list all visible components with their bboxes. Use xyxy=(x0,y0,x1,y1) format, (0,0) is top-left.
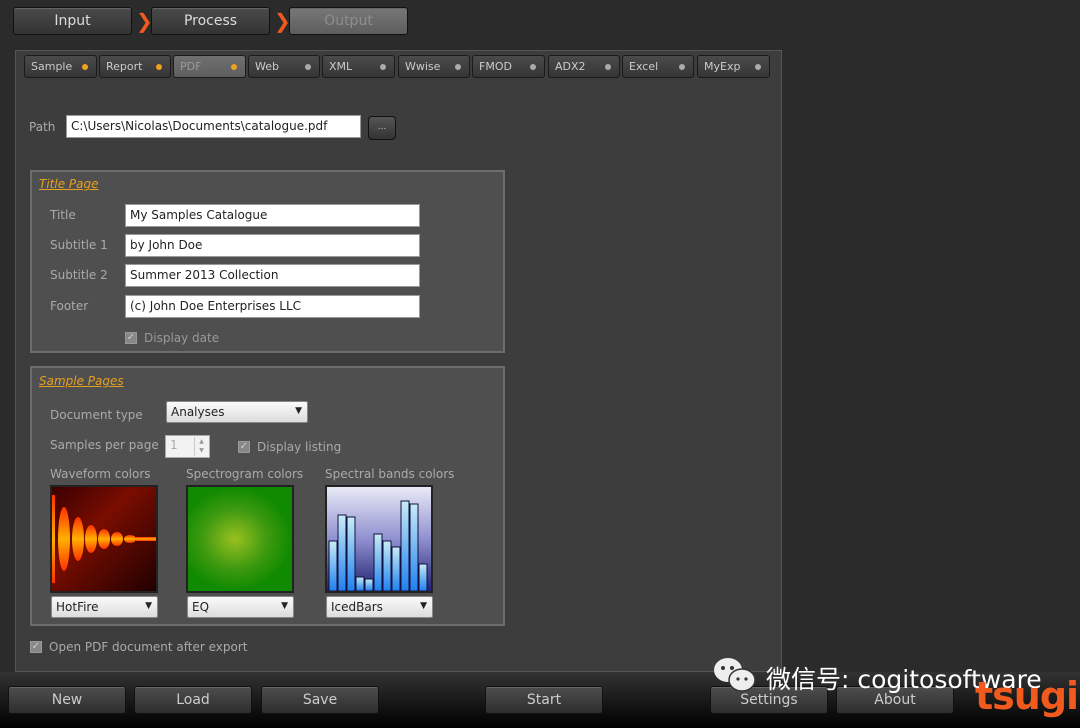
open-after-export-label: Open PDF document after export xyxy=(49,640,248,654)
display-date-checkbox[interactable]: ✓ xyxy=(125,332,137,344)
tab-label: ADX2 xyxy=(555,60,586,73)
samples-per-page-value: 1 xyxy=(170,438,178,452)
spectrogram-colors-value: EQ xyxy=(192,600,210,614)
sample-pages-heading: Sample Pages xyxy=(39,374,124,388)
tab-label: Wwise xyxy=(405,60,441,73)
tab-excel[interactable]: Excel xyxy=(622,55,694,78)
status-dot-icon xyxy=(755,64,761,70)
tab-label: FMOD xyxy=(479,60,512,73)
footer-label: Footer xyxy=(50,299,89,313)
spectrogram-preview xyxy=(186,485,294,593)
path-label: Path xyxy=(29,120,56,134)
document-type-select[interactable]: Analyses ▼ xyxy=(166,401,308,423)
status-dot-icon xyxy=(156,64,162,70)
tab-label: Sample xyxy=(31,60,73,73)
subtitle2-input[interactable]: Summer 2013 Collection xyxy=(125,264,420,287)
tab-wwise[interactable]: Wwise xyxy=(398,55,470,78)
browse-button[interactable]: ... xyxy=(368,116,396,140)
display-listing-checkbox[interactable]: ✓ xyxy=(238,441,250,453)
tab-label: Web xyxy=(255,60,279,73)
path-input[interactable]: C:\Users\Nicolas\Documents\catalogue.pdf xyxy=(66,115,361,138)
tab-pdf[interactable]: PDF xyxy=(173,55,246,78)
display-listing-label: Display listing xyxy=(257,440,342,454)
waveform-colors-value: HotFire xyxy=(56,600,99,614)
step-process[interactable]: Process xyxy=(151,7,270,35)
spectral-bands-preview xyxy=(325,485,433,593)
tab-label: MyExp xyxy=(704,60,741,73)
spectral-bands-colors-label: Spectral bands colors xyxy=(325,467,455,481)
save-button[interactable]: Save xyxy=(261,686,379,714)
tab-label: XML xyxy=(329,60,353,73)
spinner-arrows-icon[interactable]: ▲ ▼ xyxy=(194,437,208,456)
chevron-down-icon: ▼ xyxy=(295,406,302,416)
chevron-down-icon: ▼ xyxy=(281,601,288,611)
tab-report[interactable]: Report xyxy=(99,55,171,78)
footer-input[interactable]: (c) John Doe Enterprises LLC xyxy=(125,295,420,318)
display-date-label: Display date xyxy=(144,331,220,345)
tab-label: Report xyxy=(106,60,143,73)
title-label: Title xyxy=(50,208,76,222)
subtitle2-label: Subtitle 2 xyxy=(50,268,108,282)
waveform-colors-label: Waveform colors xyxy=(50,467,151,481)
title-page-heading: Title Page xyxy=(39,177,99,191)
chevron-down-icon: ▼ xyxy=(420,601,427,611)
start-button[interactable]: Start xyxy=(485,686,603,714)
load-button[interactable]: Load xyxy=(134,686,252,714)
new-button[interactable]: New xyxy=(8,686,126,714)
tab-sample[interactable]: Sample xyxy=(24,55,97,78)
title-page-group: Title Page xyxy=(30,170,505,353)
waveform-preview xyxy=(50,485,158,593)
spectrogram-colors-label: Spectrogram colors xyxy=(186,467,304,481)
tab-web[interactable]: Web xyxy=(248,55,320,78)
tab-label: Excel xyxy=(629,60,659,73)
tab-label: PDF xyxy=(180,60,202,73)
spectral-bands-colors-select[interactable]: IcedBars ▼ xyxy=(326,596,433,618)
chevron-down-icon: ▼ xyxy=(145,601,152,611)
status-dot-icon xyxy=(231,64,237,70)
tsugi-logo: tsugi xyxy=(975,674,1079,718)
status-dot-icon xyxy=(455,64,461,70)
tab-myexp[interactable]: MyExp xyxy=(697,55,770,78)
title-input[interactable]: My Samples Catalogue xyxy=(125,204,420,227)
status-dot-icon xyxy=(605,64,611,70)
tab-fmod[interactable]: FMOD xyxy=(472,55,545,78)
status-dot-icon xyxy=(530,64,536,70)
status-dot-icon xyxy=(380,64,386,70)
spectral-bands-colors-value: IcedBars xyxy=(331,600,383,614)
spectrogram-colors-select[interactable]: EQ ▼ xyxy=(187,596,294,618)
subtitle1-label: Subtitle 1 xyxy=(50,238,108,252)
status-dot-icon xyxy=(679,64,685,70)
status-dot-icon xyxy=(305,64,311,70)
tab-adx2[interactable]: ADX2 xyxy=(548,55,620,78)
wechat-icon xyxy=(712,656,758,696)
tab-xml[interactable]: XML xyxy=(322,55,395,78)
step-input[interactable]: Input xyxy=(13,7,132,35)
status-dot-icon xyxy=(82,64,88,70)
samples-per-page-label: Samples per page xyxy=(50,438,159,452)
subtitle1-input[interactable]: by John Doe xyxy=(125,234,420,257)
document-type-label: Document type xyxy=(50,408,143,422)
step-output[interactable]: Output xyxy=(289,7,408,35)
open-after-export-checkbox[interactable]: ✓ xyxy=(30,641,42,653)
samples-per-page-stepper[interactable]: 1 ▲ ▼ xyxy=(165,435,210,458)
document-type-value: Analyses xyxy=(171,405,225,419)
waveform-colors-select[interactable]: HotFire ▼ xyxy=(51,596,158,618)
